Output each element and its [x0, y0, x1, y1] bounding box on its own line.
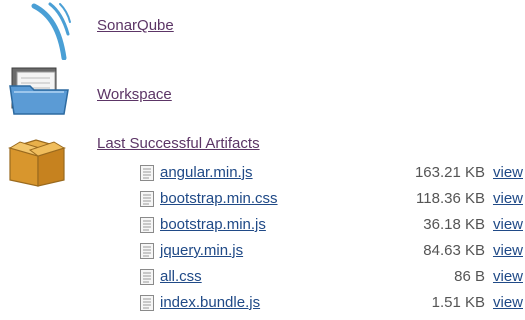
- artifact-row: jquery.min.js 84.63 KB view: [140, 241, 525, 261]
- view-link[interactable]: view: [493, 163, 523, 183]
- file-icon: [140, 243, 154, 259]
- artifact-row: all.css 86 B view: [140, 267, 525, 287]
- file-icon: [140, 269, 154, 285]
- view-link[interactable]: view: [493, 189, 523, 209]
- artifact-file-link[interactable]: bootstrap.min.js: [160, 215, 266, 235]
- file-icon: [140, 191, 154, 207]
- artifact-file-link[interactable]: index.bundle.js: [160, 293, 260, 313]
- sonarqube-link[interactable]: SonarQube: [97, 17, 174, 34]
- view-link[interactable]: view: [493, 241, 523, 261]
- folder-icon: [8, 64, 70, 122]
- view-link[interactable]: view: [493, 293, 523, 313]
- file-icon: [140, 217, 154, 233]
- artifact-file-link[interactable]: angular.min.js: [160, 163, 253, 183]
- sonarqube-icon: [28, 0, 78, 64]
- artifact-size: 36.18 KB: [423, 216, 485, 233]
- view-link[interactable]: view: [493, 215, 523, 235]
- file-icon: [140, 295, 154, 311]
- artifact-row: angular.min.js 163.21 KB view: [140, 163, 525, 183]
- artifact-file-link[interactable]: bootstrap.min.css: [160, 189, 278, 209]
- view-link[interactable]: view: [493, 267, 523, 287]
- last-successful-artifacts-link[interactable]: Last Successful Artifacts: [97, 135, 260, 152]
- artifact-size: 163.21 KB: [414, 164, 485, 181]
- artifact-size: 84.63 KB: [423, 242, 485, 259]
- package-box-icon: [6, 138, 68, 192]
- artifact-size: 1.51 KB: [431, 294, 485, 311]
- workspace-link[interactable]: Workspace: [97, 86, 172, 103]
- artifact-row: bootstrap.min.js 36.18 KB view: [140, 215, 525, 235]
- artifact-size: 118.36 KB: [416, 190, 485, 207]
- artifact-row: index.bundle.js 1.51 KB view: [140, 293, 525, 313]
- artifact-row: bootstrap.min.css 118.36 KB view: [140, 189, 525, 209]
- artifact-size: 86 B: [454, 268, 485, 285]
- artifact-file-link[interactable]: jquery.min.js: [160, 241, 243, 261]
- file-icon: [140, 165, 154, 181]
- artifact-file-link[interactable]: all.css: [160, 267, 202, 287]
